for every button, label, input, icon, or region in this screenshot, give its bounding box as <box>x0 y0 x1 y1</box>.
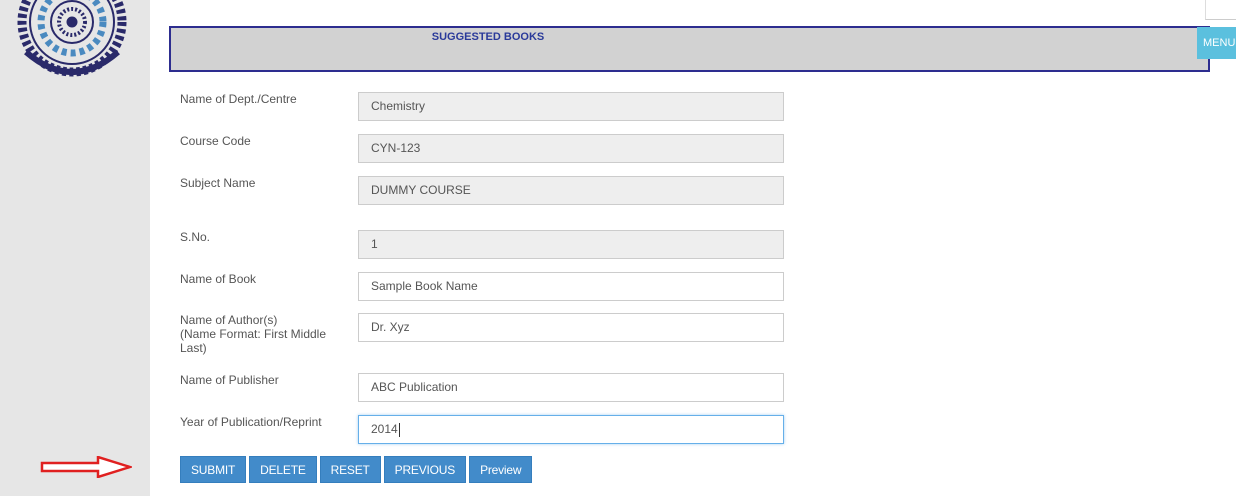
subject-field[interactable]: DUMMY COURSE <box>358 176 784 205</box>
submit-button[interactable]: SUBMIT <box>180 456 247 483</box>
year-input[interactable]: 2014 <box>358 415 784 444</box>
dept-label: Name of Dept./Centre <box>180 92 297 106</box>
menu-button[interactable]: MENU <box>1197 27 1236 59</box>
year-value: 2014 <box>371 422 398 436</box>
author-label: Name of Author(s) (Name Format: First Mi… <box>180 313 327 355</box>
book-name-input[interactable]: Sample Book Name <box>358 272 784 301</box>
publisher-input[interactable]: ABC Publication <box>358 373 784 402</box>
year-label: Year of Publication/Reprint <box>180 415 322 429</box>
page-title: SUGGESTED BOOKS <box>431 31 545 43</box>
preview-button[interactable]: Preview <box>469 456 533 483</box>
book-name-label: Name of Book <box>180 272 257 286</box>
action-buttons: SUBMIT DELETE RESET PREVIOUS Preview <box>180 456 533 483</box>
top-right-widget <box>1205 0 1236 20</box>
publisher-label: Name of Publisher <box>180 373 279 387</box>
course-code-field[interactable]: CYN-123 <box>358 134 784 163</box>
sno-label: S.No. <box>180 230 211 244</box>
dept-field[interactable]: Chemistry <box>358 92 784 121</box>
sidebar <box>0 0 150 496</box>
text-caret <box>398 422 400 437</box>
subject-label: Subject Name <box>180 176 256 190</box>
course-code-label: Course Code <box>180 134 251 148</box>
sno-field[interactable]: 1 <box>358 230 784 259</box>
previous-button[interactable]: PREVIOUS <box>383 456 467 483</box>
author-input[interactable]: Dr. Xyz <box>358 313 784 342</box>
delete-button[interactable]: DELETE <box>249 456 317 483</box>
red-arrow-right-icon <box>40 456 132 478</box>
reset-button[interactable]: RESET <box>319 456 381 483</box>
institute-emblem-logo <box>17 0 127 77</box>
